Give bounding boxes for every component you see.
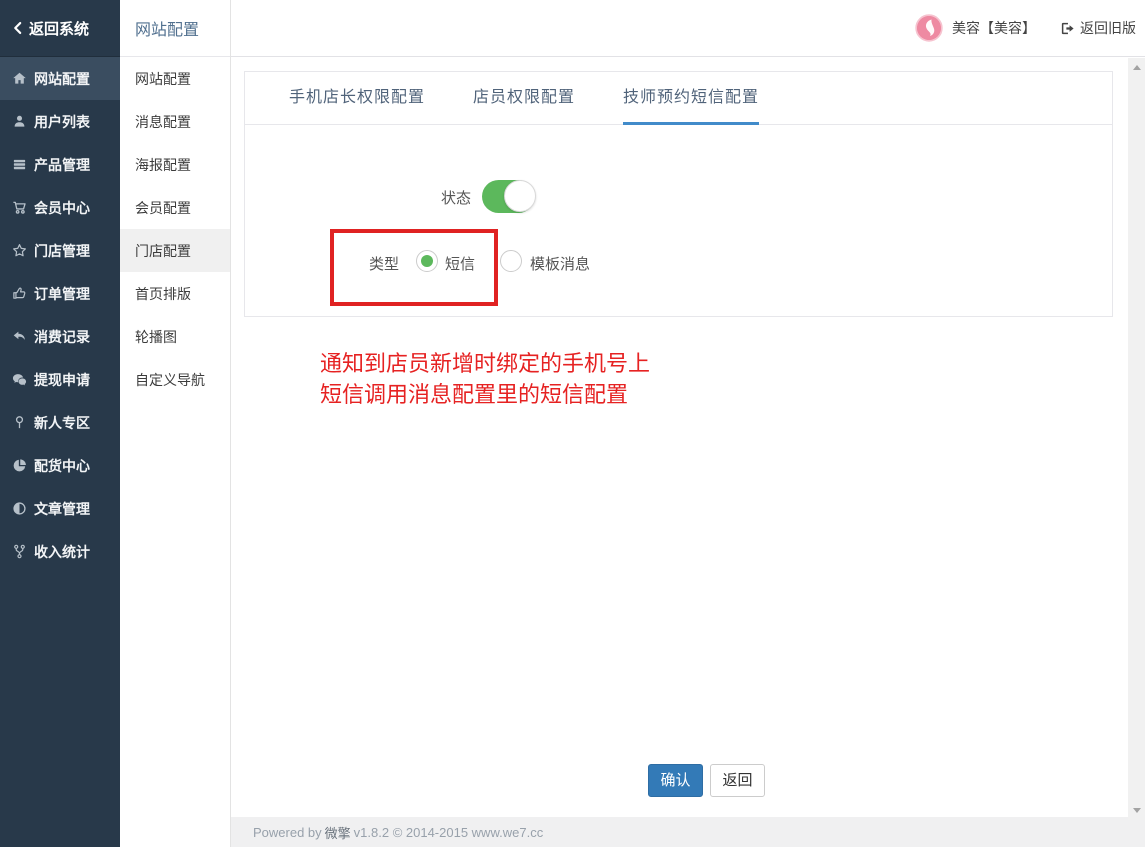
footer: Powered by 微擎 v1.8.2 © 2014-2015 www.we7… [231, 817, 1145, 847]
sidebar-item-consumption[interactable]: 消费记录 [0, 315, 120, 358]
sidebar-item-label: 用户列表 [34, 113, 90, 130]
status-toggle[interactable] [482, 180, 536, 213]
sidebar-item-label: 提现申请 [34, 371, 90, 388]
settings-card: 手机店长权限配置 店员权限配置 技师预约短信配置 状态 类型 短信 模板消息 [244, 71, 1113, 317]
status-label: 状态 [440, 190, 471, 207]
annotation-line-1: 通知到店员新增时绑定的手机号上 [320, 351, 651, 376]
footer-version-text: v1.8.2 © 2014-2015 www.we7.cc [353, 824, 544, 840]
sidebar-item-members[interactable]: 会员中心 [0, 186, 120, 229]
tab-clerk-permission[interactable]: 店员权限配置 [473, 72, 575, 125]
annotation-line-2: 短信调用消息配置里的短信配置 [320, 382, 629, 407]
sidebar-item-newcomer[interactable]: 新人专区 [0, 401, 120, 444]
sidebar-item-label: 订单管理 [34, 285, 90, 302]
radio-sms-label: 短信 [445, 256, 476, 273]
back-button[interactable]: 返回 [710, 764, 765, 797]
radio-template-message[interactable] [500, 250, 522, 272]
module-title: 网站配置 [120, 0, 230, 57]
user-icon [11, 114, 28, 130]
radio-sms[interactable] [416, 250, 438, 272]
back-label: 返回系统 [29, 20, 90, 38]
sidebar-item-label: 收入统计 [34, 543, 90, 560]
topbar: 美容【美容】 返回旧版 [231, 0, 1145, 57]
sidebar-item-articles[interactable]: 文章管理 [0, 487, 120, 530]
submenu-item-site-config[interactable]: 网站配置 [120, 57, 230, 100]
sign-out-icon [1061, 22, 1074, 34]
old-version-label: 返回旧版 [1080, 20, 1136, 36]
wechat-icon [11, 372, 28, 388]
vertical-scrollbar[interactable] [1128, 58, 1145, 820]
type-label: 类型 [368, 256, 399, 273]
back-to-old-version-link[interactable]: 返回旧版 [1060, 18, 1136, 38]
main-sidebar: 返回系统 网站配置 用户列表 产品管理 会员中心 门店管理 订单管理 消费记录 … [0, 0, 120, 847]
sidebar-item-orders[interactable]: 订单管理 [0, 272, 120, 315]
sidebar-item-label: 配货中心 [34, 457, 90, 474]
annotation-text: 通知到店员新增时绑定的手机号上 短信调用消息配置里的短信配置 [320, 348, 650, 410]
chevron-left-icon [14, 21, 22, 35]
adjust-icon [11, 501, 28, 517]
sidebar-item-label: 新人专区 [34, 414, 90, 431]
scroll-down-arrow-icon[interactable] [1133, 808, 1141, 813]
sidebar-item-distribution[interactable]: 配货中心 [0, 444, 120, 487]
star-icon [11, 243, 28, 259]
sidebar-item-label: 网站配置 [34, 70, 90, 87]
sidebar-item-label: 消费记录 [34, 328, 90, 345]
sidebar-item-label: 产品管理 [34, 156, 90, 173]
submenu-item-carousel[interactable]: 轮播图 [120, 315, 230, 358]
radio-dot [421, 255, 433, 267]
avatar [915, 14, 943, 42]
sidebar-item-user-list[interactable]: 用户列表 [0, 100, 120, 143]
submenu-item-member-config[interactable]: 会员配置 [120, 186, 230, 229]
map-pin-icon [11, 415, 28, 431]
sidebar-item-stores[interactable]: 门店管理 [0, 229, 120, 272]
sidebar-item-label: 文章管理 [34, 500, 90, 517]
powered-by-text: Powered by [253, 824, 322, 840]
brand-link[interactable]: 微擎 [325, 823, 351, 842]
cart-icon [11, 200, 28, 216]
sidebar-item-label: 门店管理 [34, 242, 90, 259]
code-fork-icon [11, 544, 28, 560]
app-window: 返回系统 网站配置 用户列表 产品管理 会员中心 门店管理 订单管理 消费记录 … [0, 0, 1145, 847]
radio-template-label: 模板消息 [530, 256, 591, 273]
tab-technician-sms[interactable]: 技师预约短信配置 [623, 72, 760, 125]
confirm-button[interactable]: 确认 [648, 764, 703, 797]
submenu-item-message-config[interactable]: 消息配置 [120, 100, 230, 143]
tab-manager-permission[interactable]: 手机店长权限配置 [289, 72, 425, 125]
sidebar-item-withdrawal[interactable]: 提现申请 [0, 358, 120, 401]
main-content: 手机店长权限配置 店员权限配置 技师预约短信配置 状态 类型 短信 模板消息 通… [231, 58, 1128, 817]
submenu-column: 网站配置 网站配置 消息配置 海报配置 会员配置 门店配置 首页排版 轮播图 自… [120, 0, 231, 847]
user-name: 美容【美容】 [952, 20, 1036, 36]
scroll-up-arrow-icon[interactable] [1133, 65, 1141, 70]
tab-bar: 手机店长权限配置 店员权限配置 技师预约短信配置 [245, 72, 1112, 125]
toggle-knob [504, 180, 536, 212]
sidebar-item-label: 会员中心 [34, 199, 90, 216]
home-icon [11, 71, 28, 87]
pie-chart-icon [11, 458, 28, 474]
sidebar-item-income-stats[interactable]: 收入统计 [0, 530, 120, 573]
sidebar-item-products[interactable]: 产品管理 [0, 143, 120, 186]
submenu-item-store-config[interactable]: 门店配置 [120, 229, 230, 272]
sidebar-item-site-config[interactable]: 网站配置 [0, 57, 120, 100]
thumbs-up-icon [11, 286, 28, 302]
submenu-item-custom-nav[interactable]: 自定义导航 [120, 358, 230, 401]
back-to-system-button[interactable]: 返回系统 [0, 0, 120, 57]
reply-arrow-icon [11, 329, 28, 345]
list-icon [11, 157, 28, 173]
submenu-item-home-layout[interactable]: 首页排版 [120, 272, 230, 315]
user-menu[interactable]: 美容【美容】 [915, 14, 1036, 42]
submenu-item-poster-config[interactable]: 海报配置 [120, 143, 230, 186]
